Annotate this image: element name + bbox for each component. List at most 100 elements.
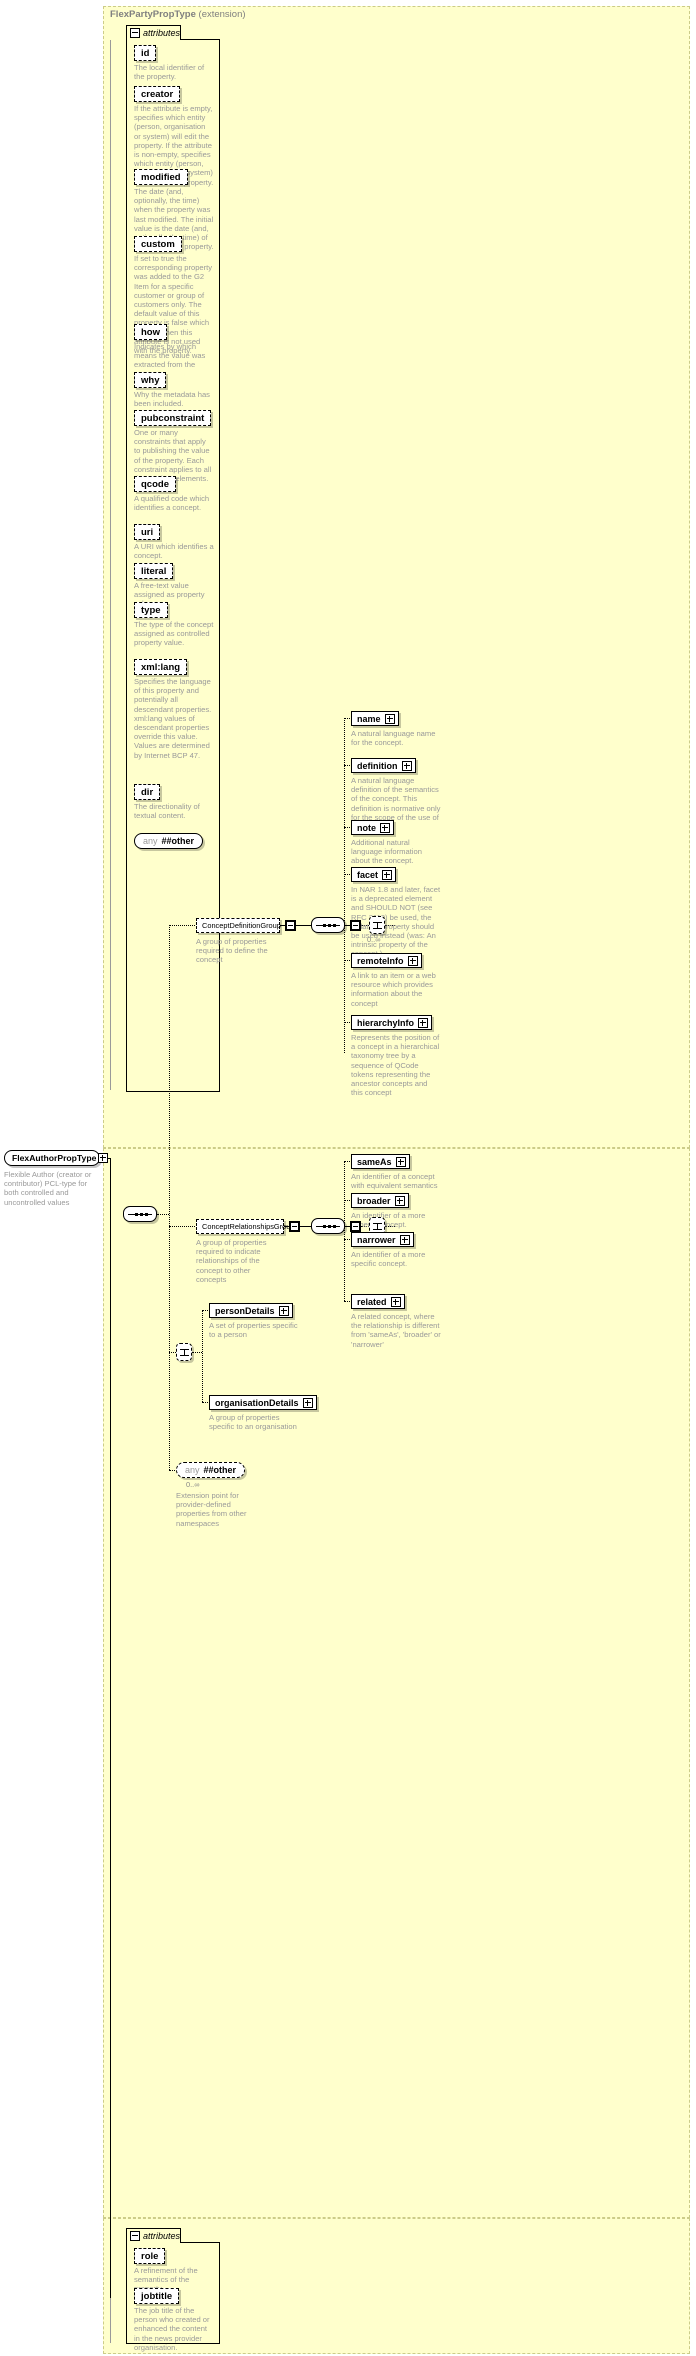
element-doc-organisationdetails: A group of properties specific to an org… [209,1413,297,1432]
sequence-dot [328,1225,331,1228]
plus-icon[interactable] [394,1195,405,1206]
attribute-doc-dir: The directionality of textual content. [134,802,200,821]
tab-merge-cover [127,38,180,40]
element-doc-narrower: An identifier of a more specific concept… [351,1250,426,1269]
root-type-node[interactable]: FlexAuthorPropType [4,1150,109,1166]
attribute-node-creator[interactable]: creator [134,86,181,102]
choice-bar [184,1349,185,1356]
main-spine-vertical [169,925,170,1470]
any-other-node-extension[interactable]: any ##other [134,833,204,849]
attribute-node-dir[interactable]: dir [134,784,161,800]
element-node-remoteinfo[interactable]: remoteInfo [351,953,422,968]
group-node-conceptdefinitiongroup[interactable]: ConceptDefinitionGroup [196,918,281,933]
element-doc-remoteinfo: A link to an item or a web resource whic… [351,971,436,1008]
attribute-node-jobtitle[interactable]: jobtitle [134,2288,180,2304]
attribute-node-literal[interactable]: literal [134,563,174,579]
collapse-box-crg[interactable] [289,1221,300,1232]
group-doc-conceptrelationshipsgroup: A group of properties required to indica… [196,1238,267,1284]
attribute-node-role[interactable]: role [134,2248,166,2264]
plus-icon[interactable] [401,760,412,771]
attribute-node-uri[interactable]: uri [134,524,161,540]
element-label: definition [357,760,398,771]
element-node-hierarchyinfo[interactable]: hierarchyInfo [351,1015,433,1030]
attribute-node-pubconstraint[interactable]: pubconstraint [134,410,212,426]
attribute-label: modified [141,171,181,183]
choice-bar [377,922,378,929]
any-namespace-label: ##other [203,1465,237,1475]
attribute-label: literal [141,565,167,577]
element-node-name[interactable]: name [351,711,399,726]
attribute-label: why [141,374,160,386]
element-doc-note: Additional natural language information … [351,838,422,866]
sequence-connector-crg[interactable] [311,1218,345,1234]
element-node-persondetails[interactable]: personDetails [209,1303,293,1318]
sequence-connector-cdg[interactable] [311,917,345,933]
choice-connector-details[interactable] [176,1343,192,1361]
plus-icon[interactable] [278,1305,289,1316]
attribute-node-why[interactable]: why [134,372,167,388]
attribute-node-modified[interactable]: modified [134,169,188,185]
attribute-node-xml-lang[interactable]: xml:lang [134,659,188,675]
tab-merge-cover-own [127,2241,180,2243]
plus-icon[interactable] [384,713,395,724]
sequence-dot [145,1213,148,1216]
collapse-box-cdg-2[interactable] [350,920,361,931]
any-other-node-body[interactable]: any ##other [176,1462,246,1478]
collapse-box-cdg[interactable] [285,920,296,931]
choice-bar [377,1223,378,1230]
cdg-fan-vertical [344,718,345,1053]
attribute-label: how [141,326,160,338]
attribute-label: qcode [141,478,169,490]
element-doc-name: A natural language name for the concept. [351,729,436,748]
element-node-broader[interactable]: broader [351,1193,409,1208]
connector-cdg-box-to-seq [296,925,312,926]
attribute-label: custom [141,238,175,250]
element-doc-facet: In NAR 1.8 and later, facet is a depreca… [351,885,441,958]
sequence-dot [323,1225,326,1228]
minus-icon[interactable] [130,2231,140,2241]
plus-icon[interactable] [418,1017,429,1028]
attribute-node-id[interactable]: id [134,45,157,61]
choice-connector-cdg[interactable] [369,916,385,934]
sequence-dot [140,1213,143,1216]
element-label: remoteInfo [357,955,404,966]
element-label: sameAs [357,1156,392,1167]
plus-icon[interactable] [98,1153,109,1163]
attribute-label: jobtitle [141,2290,173,2302]
main-spine-stub [157,1214,169,1215]
collapse-box-crg-2[interactable] [350,1221,361,1232]
main-sequence-connector[interactable] [123,1206,157,1222]
element-node-sameas[interactable]: sameAs [351,1154,410,1169]
element-node-related[interactable]: related [351,1294,405,1309]
attribute-node-custom[interactable]: custom [134,236,182,252]
element-label: note [357,822,376,833]
element-node-organisationdetails[interactable]: organisationDetails [209,1395,317,1410]
group-node-conceptrelationshipsgroup[interactable]: ConceptRelationshipsGroup [196,1219,294,1234]
attribute-node-type[interactable]: type [134,602,168,618]
minus-icon[interactable] [130,28,140,38]
any-label: any [143,836,158,846]
plus-icon[interactable] [380,822,390,833]
attribute-doc-type: The type of the concept assigned as cont… [134,620,214,648]
element-doc-sameas: An identifier of a concept with equivale… [351,1172,438,1191]
any-label: any [185,1465,200,1475]
element-label: related [357,1296,387,1307]
element-node-definition[interactable]: definition [351,758,416,773]
plus-icon[interactable] [390,1296,401,1307]
plus-icon[interactable] [399,1234,410,1245]
group-label: ConceptDefinitionGroup [202,921,281,930]
attribute-node-how[interactable]: how [134,324,167,340]
attribute-label: xml:lang [141,661,181,673]
plus-icon[interactable] [382,869,393,880]
plus-icon[interactable] [395,1156,406,1167]
plus-icon[interactable] [302,1397,313,1408]
attribute-doc-uri: A URI which identifies a concept. [134,542,214,561]
element-label: name [357,713,381,724]
plus-icon[interactable] [407,955,418,966]
attribute-node-qcode[interactable]: qcode [134,476,176,492]
sequence-dot [333,924,336,927]
element-node-note[interactable]: note [351,820,394,835]
attribute-label: role [141,2250,159,2262]
element-node-facet[interactable]: facet [351,867,397,882]
element-node-narrower[interactable]: narrower [351,1232,414,1247]
